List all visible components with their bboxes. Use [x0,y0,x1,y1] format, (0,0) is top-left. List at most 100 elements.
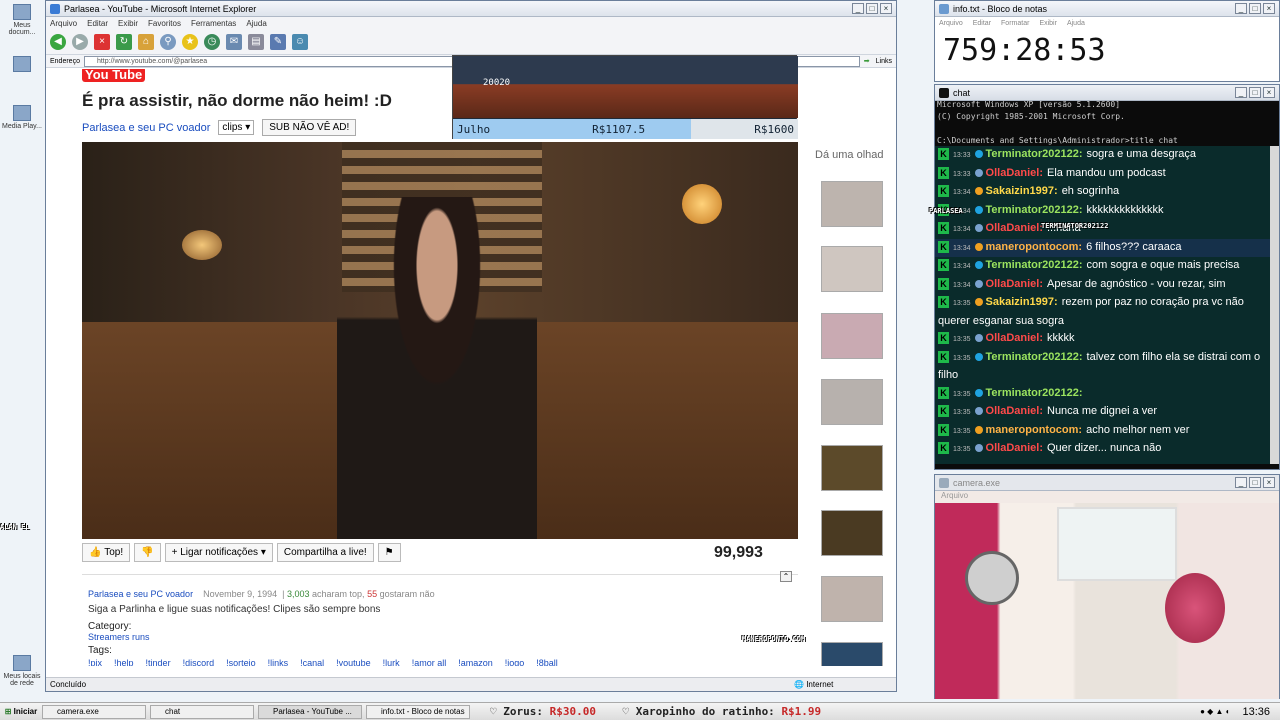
menu-favoritos[interactable]: Favoritos [148,19,181,28]
messenger-icon[interactable]: ☺ [292,34,308,50]
task-chat[interactable]: chat [150,704,254,719]
back-icon[interactable]: ◀ [50,34,66,50]
chat-scrollbar[interactable] [1270,146,1279,464]
message-user[interactable]: OllaDaniel: [986,222,1043,234]
task-ie[interactable]: Parlasea - YouTube ... [258,704,362,719]
thumbnail[interactable] [821,642,883,666]
tag-link[interactable]: !pix [88,658,102,666]
start-button[interactable]: ⊞ Iniciar [0,704,42,720]
youtube-logo[interactable]: You Tube [82,69,146,82]
minimize-button[interactable]: _ [852,3,864,14]
close-button[interactable]: × [880,3,892,14]
menu-exibir[interactable]: Exibir [1039,20,1057,27]
video-player[interactable] [82,142,798,539]
menu-exibir[interactable]: Exibir [118,19,138,28]
menu-arquivo[interactable]: Arquivo [939,20,963,27]
tag-link[interactable]: !help [114,658,134,666]
go-icon[interactable]: ➡ [864,57,870,65]
tag-link[interactable]: !amor all [412,658,447,666]
message-user[interactable]: Terminator202122: [986,148,1083,160]
tag-link[interactable]: !sorteio [226,658,256,666]
history-icon[interactable]: ◷ [204,34,220,50]
message-user[interactable]: Sakaizin1997: [986,185,1058,197]
collapse-icon[interactable]: ⌃ [780,571,792,582]
close-button[interactable]: × [1263,3,1275,14]
message-user[interactable]: Terminator202122: [986,259,1083,271]
maximize-button[interactable]: □ [866,3,878,14]
tray-icons[interactable]: ● ◆ ▲ ◐ [1200,707,1230,716]
camera-titlebar[interactable]: camera.exe _ □ × [935,475,1279,491]
refresh-icon[interactable]: ↻ [116,34,132,50]
thumbnail[interactable] [821,510,883,556]
mail-icon[interactable]: ✉ [226,34,242,50]
message-user[interactable]: OllaDaniel: [986,278,1043,290]
desktop-icon-media-player[interactable]: Media Play... [2,105,42,130]
tag-link[interactable]: !tinder [146,658,171,666]
maximize-button[interactable]: □ [1249,87,1261,98]
message-user[interactable]: OllaDaniel: [986,442,1043,454]
thumbnail[interactable] [821,379,883,425]
menu-formatar[interactable]: Formatar [1001,20,1029,27]
minimize-button[interactable]: _ [1235,3,1247,14]
category-link[interactable]: Streamers runs [88,632,150,642]
message-user[interactable]: Terminator202122: [986,387,1083,399]
message-user[interactable]: OllaDaniel: [986,332,1043,344]
minimize-button[interactable]: _ [1235,87,1247,98]
menu-editar[interactable]: Editar [87,19,108,28]
task-notepad[interactable]: info.txt - Bloco de notas [366,704,470,719]
desktop-icon-documents[interactable]: Meus docum... [2,4,42,36]
task-camera[interactable]: camera.exe [42,704,146,719]
thumbnail[interactable] [821,313,883,359]
desc-channel[interactable]: Parlasea e seu PC voador [88,589,193,599]
tag-link[interactable]: !amazon [458,658,493,666]
message-user[interactable]: Terminator202122: [986,351,1083,363]
close-button[interactable]: × [1263,477,1275,488]
message-user[interactable]: Terminator202122: [986,204,1083,216]
favorites-icon[interactable]: ★ [182,34,198,50]
menu-ajuda[interactable]: Ajuda [1067,20,1085,27]
thumbnail[interactable] [821,181,883,227]
desktop-icon-network[interactable]: Meus locais de rede [2,655,42,687]
menu-editar[interactable]: Editar [973,20,991,27]
ie-titlebar[interactable]: Parlasea - YouTube - Microsoft Internet … [46,1,896,17]
menu-ferramentas[interactable]: Ferramentas [191,19,236,28]
tag-link[interactable]: !links [268,658,289,666]
message-user[interactable]: maneropontocom: [986,424,1083,436]
thumbnail[interactable] [821,445,883,491]
channel-link[interactable]: Parlasea e seu PC voador [82,122,210,134]
home-icon[interactable]: ⌂ [138,34,154,50]
tag-link[interactable]: !canal [300,658,324,666]
tag-link[interactable]: !discord [183,658,215,666]
maximize-button[interactable]: □ [1249,3,1261,14]
menu-arquivo[interactable]: Arquivo [50,19,77,28]
message-user[interactable]: Sakaizin1997: [986,296,1058,308]
dislike-button[interactable]: 👎 [134,543,161,562]
tag-link[interactable]: !youtube [336,658,371,666]
menu-ajuda[interactable]: Ajuda [246,19,266,28]
tag-link[interactable]: !8ball [536,658,558,666]
minimize-button[interactable]: _ [1235,477,1247,488]
tag-link[interactable]: !jogo [505,658,525,666]
print-icon[interactable]: ▤ [248,34,264,50]
like-button[interactable]: 👍 Top! [82,543,131,562]
message-user[interactable]: OllaDaniel: [986,167,1043,179]
subscribe-button[interactable]: SUB NÃO VÊ AD! [262,119,357,136]
links-label[interactable]: Links [876,58,892,65]
message-user[interactable]: maneropontocom: [986,241,1083,253]
thumbnail[interactable] [821,576,883,622]
maximize-button[interactable]: □ [1249,477,1261,488]
tag-link[interactable]: !lurk [383,658,400,666]
camera-menu[interactable]: Arquivo [935,491,1279,503]
playlist-dropdown[interactable]: clips ▾ [218,120,255,135]
flag-button[interactable]: ⚑ [377,543,401,562]
notepad-titlebar[interactable]: info.txt - Bloco de notas _ □ × [935,1,1279,17]
thumbnail[interactable] [821,246,883,292]
close-button[interactable]: × [1263,87,1275,98]
notify-button[interactable]: + Ligar notificações ▾ [164,543,273,562]
search-icon[interactable]: ⚲ [160,34,176,50]
share-button[interactable]: Compartilha a live! [276,543,374,562]
edit-icon[interactable]: ✎ [270,34,286,50]
forward-icon[interactable]: ▶ [72,34,88,50]
stop-icon[interactable]: × [94,34,110,50]
message-user[interactable]: OllaDaniel: [986,405,1043,417]
